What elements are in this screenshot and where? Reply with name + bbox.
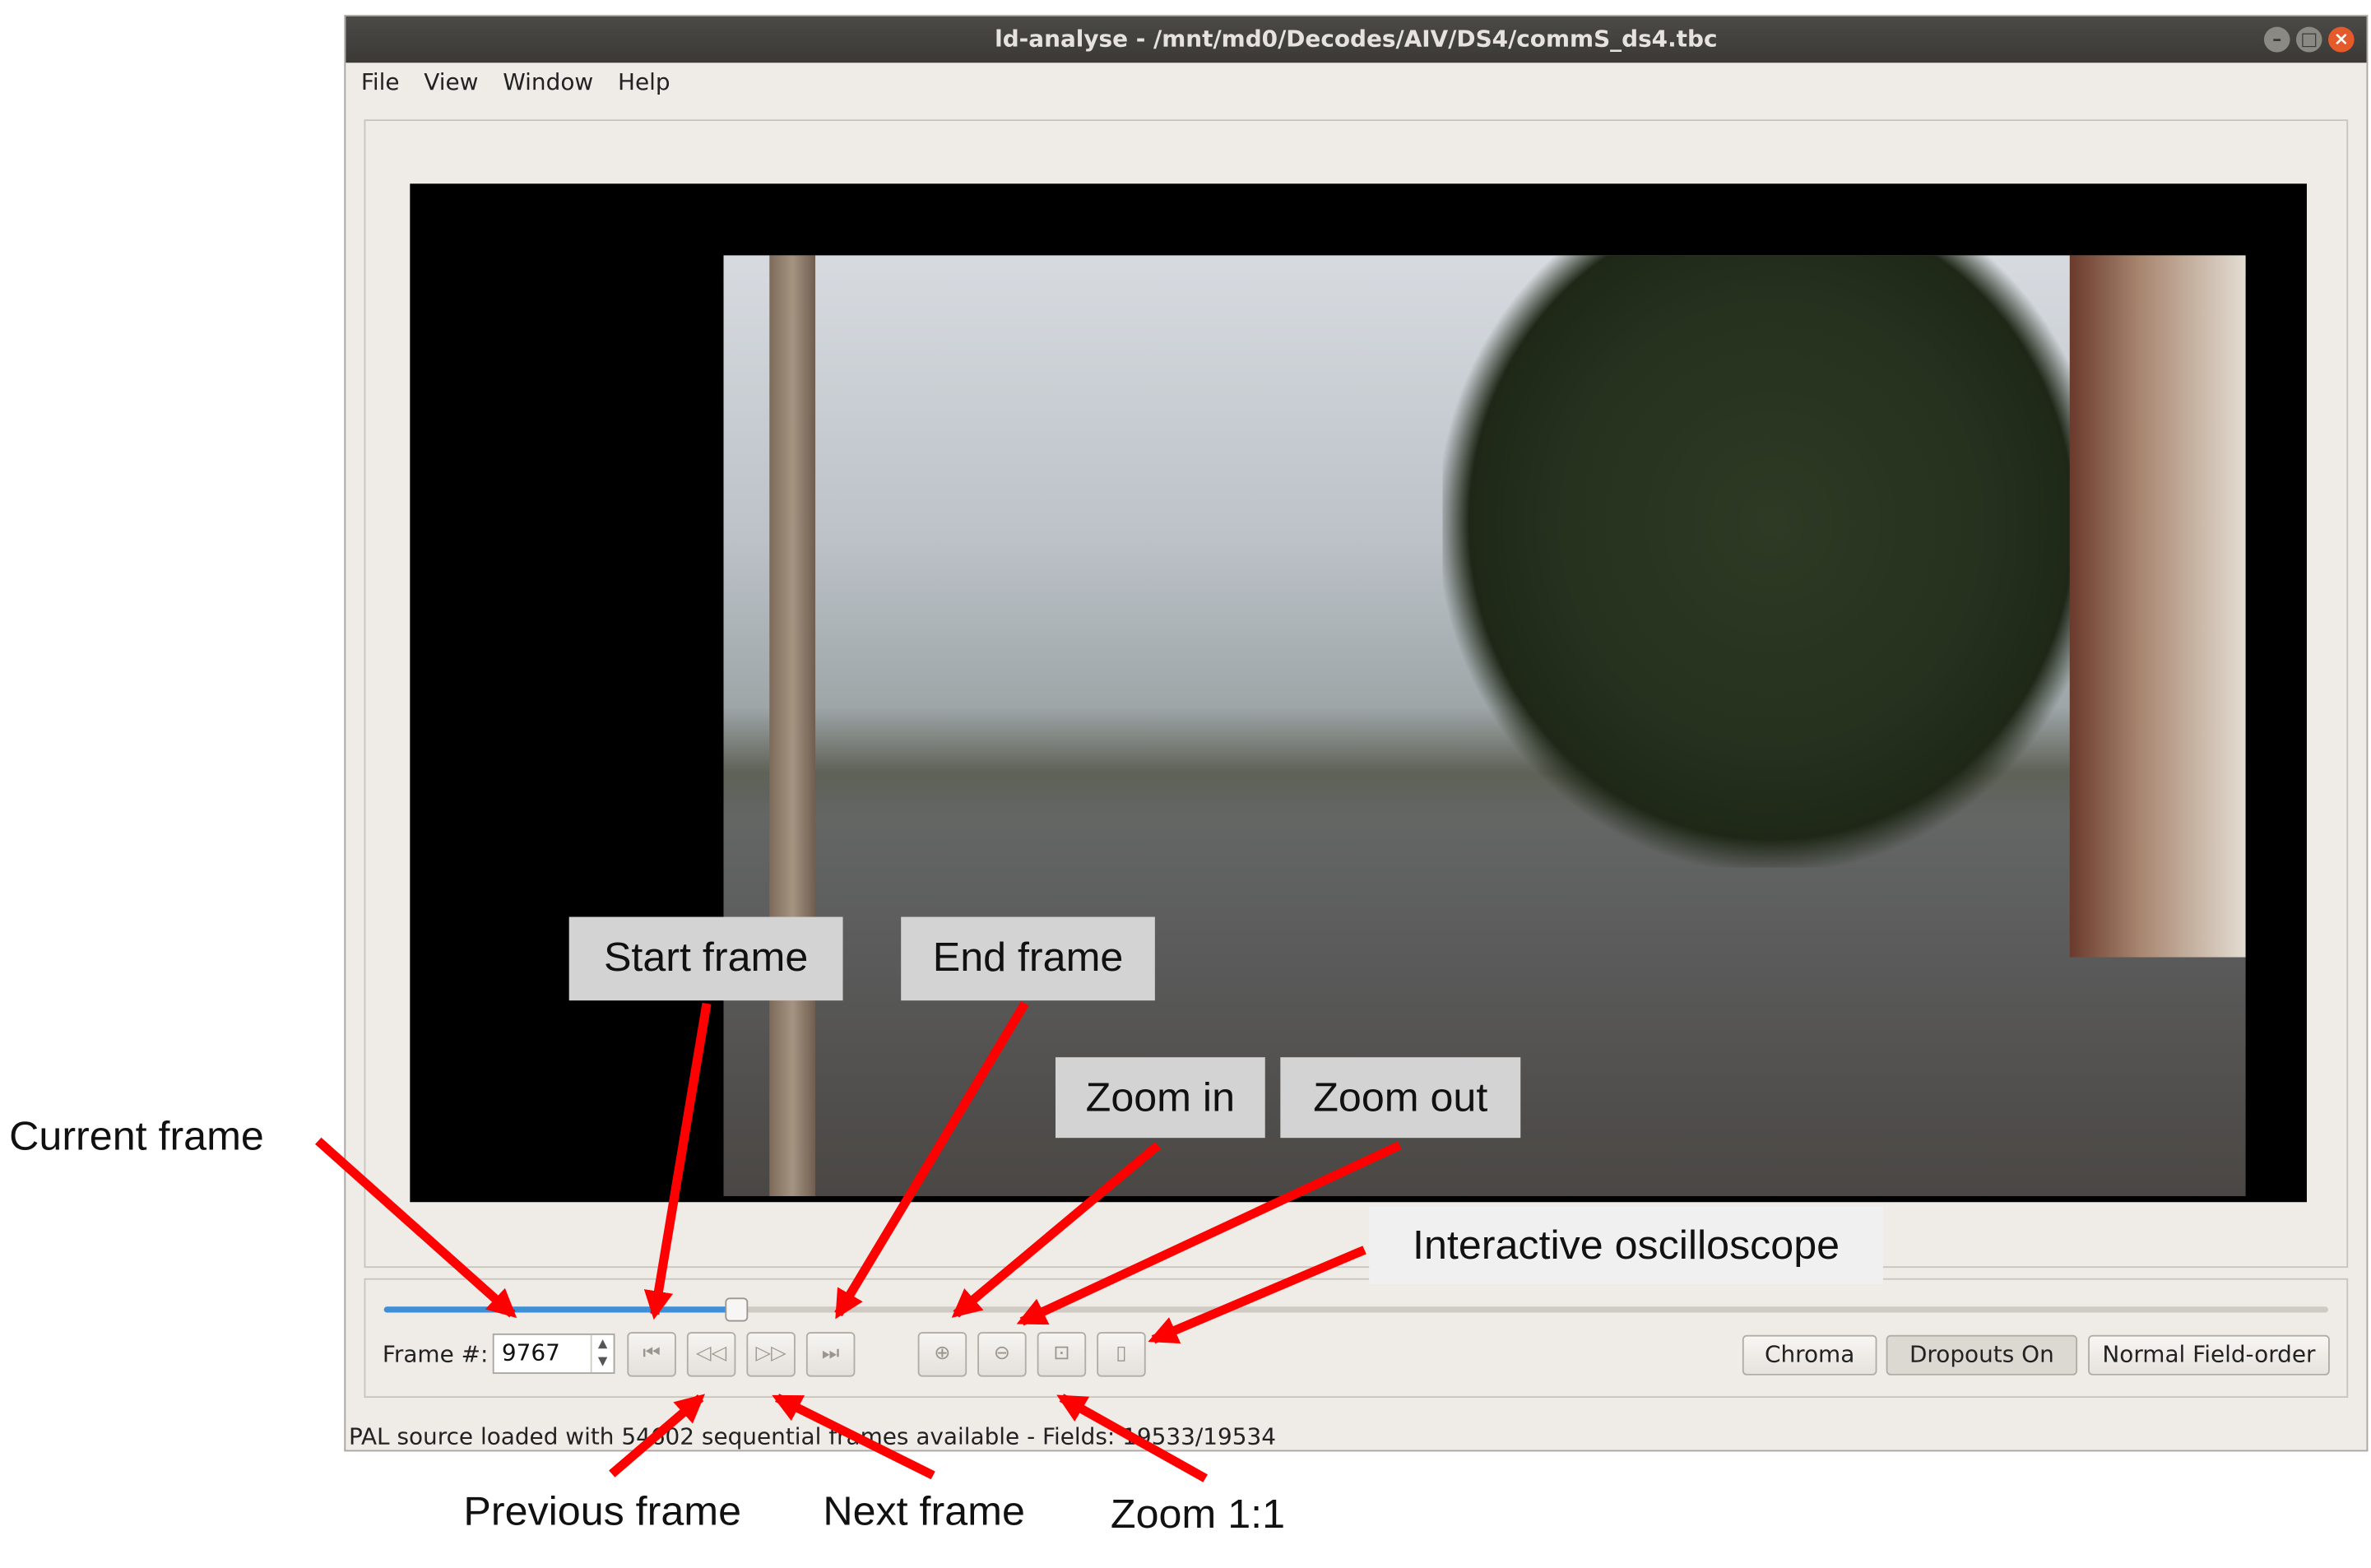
label-zoom-1to1: Zoom 1:1 xyxy=(1110,1491,1286,1537)
annotated-screenshot: ld-analyse - /mnt/md0/Decodes/AIV/DS4/co… xyxy=(0,0,2371,1568)
arrow-start-frame xyxy=(643,1002,712,1320)
annotation-arrows xyxy=(314,1001,1402,1482)
arrow-next-frame xyxy=(772,1394,935,1480)
arrow-oscilloscope xyxy=(1148,1246,1366,1344)
callout-end-frame: End frame xyxy=(901,916,1155,1001)
callout-oscilloscope: Interactive oscilloscope xyxy=(1369,1206,1883,1285)
arrow-zoom-in xyxy=(951,1142,1162,1318)
arrow-zoom-1to1 xyxy=(1056,1394,1208,1482)
arrow-zoom-out xyxy=(1016,1141,1402,1326)
callout-zoom-in: Zoom in xyxy=(1055,1057,1265,1139)
label-previous-frame: Previous frame xyxy=(463,1488,742,1534)
arrow-end-frame xyxy=(834,1001,1029,1320)
arrow-current-frame xyxy=(314,1137,517,1319)
arrow-previous-frame xyxy=(609,1394,705,1478)
label-current-frame: Current frame xyxy=(9,1114,264,1159)
callout-start-frame: Start frame xyxy=(568,916,843,1001)
callout-zoom-out: Zoom out xyxy=(1280,1057,1521,1139)
label-next-frame: Next frame xyxy=(823,1488,1025,1534)
